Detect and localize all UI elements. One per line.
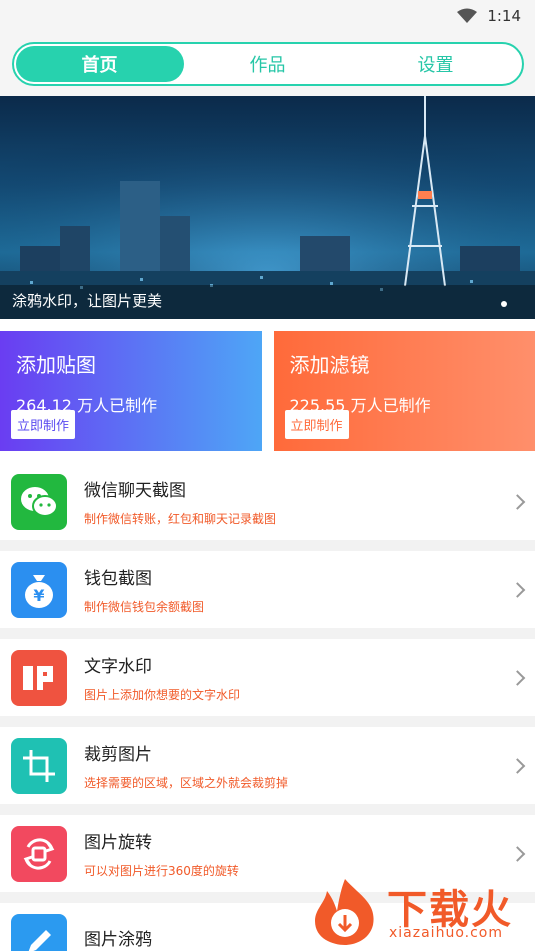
top-tab-bar: 首页 作品 设置 <box>0 32 535 96</box>
item-subtitle: 制作微信转账，红包和聊天记录截图 <box>84 512 277 526</box>
item-title: 裁剪图片 <box>84 745 152 765</box>
list-item-crop-image[interactable]: 裁剪图片 选择需要的区域，区域之外就会裁剪掉 <box>0 727 535 804</box>
make-now-button[interactable]: 立即制作 <box>284 410 349 439</box>
chevron-right-icon <box>509 757 526 774</box>
list-item-text-watermark[interactable]: 文字水印 图片上添加你想要的文字水印 <box>0 639 535 716</box>
chevron-right-icon <box>509 493 526 510</box>
tab-settings[interactable]: 设置 <box>352 46 520 82</box>
list-item-wechat-chat-screenshot[interactable]: 微信聊天截图 制作微信转账，红包和聊天记录截图 <box>0 463 535 540</box>
tab-home[interactable]: 首页 <box>15 46 184 82</box>
chevron-right-icon <box>509 581 526 598</box>
pen-icon <box>11 913 67 951</box>
watermark-url: xiazaihuo.com <box>389 925 503 941</box>
banner-caption: 涂鸦水印，让图片更美 <box>12 292 163 310</box>
money-bag-icon: ¥ <box>11 561 67 618</box>
wechat-icon <box>11 473 67 530</box>
item-title: 钱包截图 <box>84 569 152 589</box>
banner-carousel[interactable]: 涂鸦水印，让图片更美 <box>0 96 535 319</box>
carousel-indicator-dot[interactable] <box>501 301 507 307</box>
item-title: 图片涂鸦 <box>84 929 152 950</box>
add-filter-card[interactable]: 添加滤镜 225.55 万人已制作 立即制作 <box>273 331 535 451</box>
status-time: 1:14 <box>487 7 521 25</box>
segmented-tabs: 首页 作品 设置 <box>11 42 524 86</box>
svg-text:¥: ¥ <box>33 586 44 605</box>
crop-icon <box>11 737 67 794</box>
item-subtitle: 可以对图片进行360度的旋转 <box>84 864 239 878</box>
flame-logo-icon <box>315 879 374 945</box>
rotate-icon <box>11 825 67 882</box>
make-now-button[interactable]: 立即制作 <box>11 410 76 439</box>
chevron-right-icon <box>509 669 526 686</box>
chevron-right-icon <box>509 845 526 862</box>
status-bar: 1:14 <box>0 0 535 32</box>
stamp-icon <box>11 649 67 706</box>
item-subtitle: 选择需要的区域，区域之外就会裁剪掉 <box>84 776 289 790</box>
card-title: 添加贴图 <box>16 353 96 377</box>
card-title: 添加滤镜 <box>289 353 370 377</box>
item-title: 文字水印 <box>84 657 152 677</box>
item-title: 微信聊天截图 <box>84 481 186 501</box>
item-title: 图片旋转 <box>84 833 152 853</box>
add-sticker-card[interactable]: 添加贴图 264.12 万人已制作 立即制作 <box>0 331 262 451</box>
site-watermark: 下载火 xiazaihuo.com <box>307 877 527 947</box>
feature-cards: 添加贴图 264.12 万人已制作 立即制作 添加滤镜 225.55 万人已制作… <box>0 319 535 463</box>
list-item-wallet-screenshot[interactable]: ¥ 钱包截图 制作微信钱包余额截图 <box>0 551 535 628</box>
item-subtitle: 制作微信钱包余额截图 <box>84 600 205 614</box>
tab-works[interactable]: 作品 <box>184 46 352 82</box>
wifi-icon <box>457 8 478 23</box>
item-subtitle: 图片上添加你想要的文字水印 <box>84 688 241 702</box>
